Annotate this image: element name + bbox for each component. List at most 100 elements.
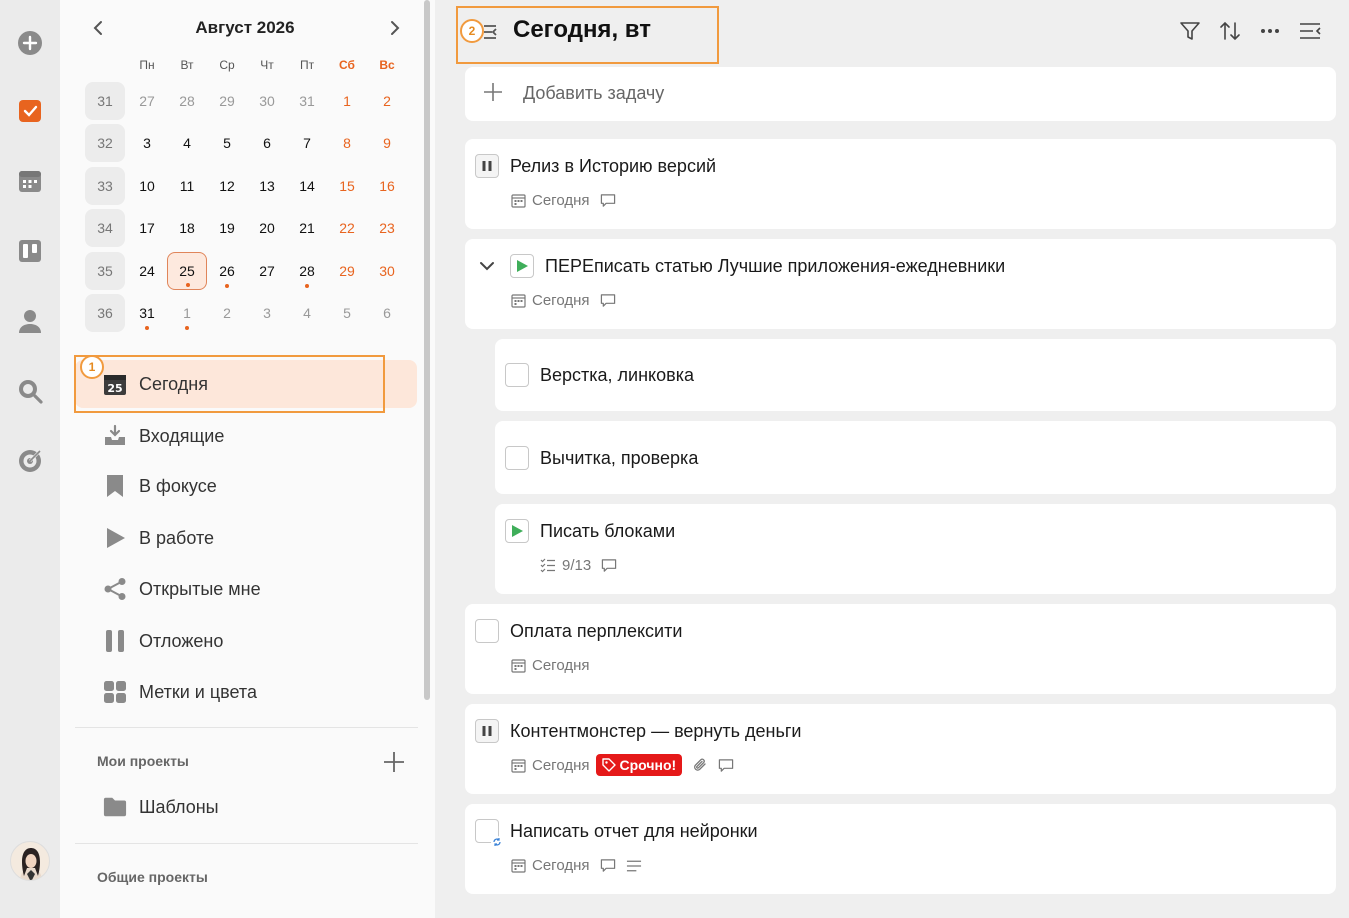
- urgent-tag[interactable]: Срочно!: [595, 754, 683, 776]
- calendar-day[interactable]: 3: [247, 294, 287, 332]
- chevron-down-icon[interactable]: [479, 258, 495, 274]
- description-icon[interactable]: [626, 858, 642, 874]
- calendar-day[interactable]: 11: [167, 167, 207, 205]
- calendar-day[interactable]: 28: [167, 82, 207, 120]
- task-checkbox[interactable]: [505, 446, 529, 470]
- calendar-day[interactable]: 8: [327, 124, 367, 162]
- calendar-day[interactable]: 3: [127, 124, 167, 162]
- week-number[interactable]: 32: [85, 124, 125, 162]
- calendar-day[interactable]: 4: [167, 124, 207, 162]
- in-progress-status-icon[interactable]: [510, 254, 534, 278]
- task-title[interactable]: ПЕРЕписать статью Лучшие приложения-ежед…: [545, 256, 1005, 277]
- nav-in-progress[interactable]: В работе: [75, 514, 417, 562]
- week-number[interactable]: 36: [85, 294, 125, 332]
- comment-icon[interactable]: [600, 193, 616, 209]
- calendar-day[interactable]: 5: [207, 124, 247, 162]
- nav-focus[interactable]: В фокусе: [75, 462, 417, 510]
- task-title[interactable]: Верстка, линковка: [540, 365, 694, 386]
- calendar-day[interactable]: 13: [247, 167, 287, 205]
- add-project-icon[interactable]: [382, 750, 406, 774]
- task-title[interactable]: Вычитка, проверка: [540, 448, 698, 469]
- calendar-day[interactable]: 10: [127, 167, 167, 205]
- nav-tags-and-colors[interactable]: Метки и цвета: [75, 668, 417, 716]
- project-templates[interactable]: Шаблоны: [75, 783, 417, 831]
- calendar-day[interactable]: 2: [207, 294, 247, 332]
- calendar-icon[interactable]: [15, 166, 45, 196]
- calendar-day[interactable]: 16: [367, 167, 407, 205]
- calendar-day[interactable]: 29: [207, 82, 247, 120]
- comment-icon[interactable]: [718, 757, 734, 773]
- board-icon[interactable]: [15, 236, 45, 266]
- week-number[interactable]: 33: [85, 167, 125, 205]
- attachment-icon[interactable]: [692, 757, 708, 773]
- calendar-day-today[interactable]: 25: [167, 252, 207, 290]
- in-progress-status-icon[interactable]: [505, 519, 529, 543]
- calendar-day[interactable]: 14: [287, 167, 327, 205]
- week-number[interactable]: 34: [85, 209, 125, 247]
- calendar-day[interactable]: 9: [367, 124, 407, 162]
- calendar-day[interactable]: 30: [367, 252, 407, 290]
- calendar-day[interactable]: 1: [167, 294, 207, 332]
- calendar-day[interactable]: 29: [327, 252, 367, 290]
- calendar-day[interactable]: 28: [287, 252, 327, 290]
- add-icon[interactable]: [15, 28, 45, 58]
- task-checkbox[interactable]: [475, 619, 499, 643]
- more-icon[interactable]: [1257, 18, 1283, 44]
- calendar-day[interactable]: 22: [327, 209, 367, 247]
- paused-status-icon[interactable]: [475, 154, 499, 178]
- calendar-day[interactable]: 21: [287, 209, 327, 247]
- subtask-card[interactable]: [495, 504, 1336, 594]
- calendar-day[interactable]: 24: [127, 252, 167, 290]
- nav-inbox[interactable]: Входящие: [75, 412, 417, 460]
- task-title[interactable]: Релиз в Историю версий: [510, 156, 716, 177]
- calendar-day[interactable]: 12: [207, 167, 247, 205]
- filter-icon[interactable]: [1177, 18, 1203, 44]
- chevron-right-icon[interactable]: [383, 16, 407, 40]
- tasks-icon[interactable]: [15, 96, 45, 126]
- calendar-day[interactable]: 19: [207, 209, 247, 247]
- add-task-label[interactable]: Добавить задачу: [523, 83, 664, 104]
- comment-icon[interactable]: [600, 293, 616, 309]
- calendar-day[interactable]: 30: [247, 82, 287, 120]
- calendar-day[interactable]: 27: [127, 82, 167, 120]
- user-avatar[interactable]: [10, 841, 50, 881]
- calendar-day[interactable]: 20: [247, 209, 287, 247]
- task-card[interactable]: [465, 604, 1336, 694]
- calendar-day[interactable]: 6: [247, 124, 287, 162]
- goals-icon[interactable]: [15, 446, 45, 476]
- search-icon[interactable]: [15, 376, 45, 406]
- details-panel-icon[interactable]: [1297, 18, 1323, 44]
- calendar-day[interactable]: 27: [247, 252, 287, 290]
- calendar-day[interactable]: 6: [367, 294, 407, 332]
- task-title[interactable]: Контентмонстер — вернуть деньги: [510, 721, 801, 742]
- week-number[interactable]: 35: [85, 252, 125, 290]
- paused-status-icon[interactable]: [475, 719, 499, 743]
- task-checkbox[interactable]: [505, 363, 529, 387]
- calendar-day[interactable]: 23: [367, 209, 407, 247]
- contacts-icon[interactable]: [15, 306, 45, 336]
- calendar-day[interactable]: 18: [167, 209, 207, 247]
- task-card[interactable]: [465, 139, 1336, 229]
- calendar-day[interactable]: 31: [287, 82, 327, 120]
- calendar-day[interactable]: 4: [287, 294, 327, 332]
- task-title[interactable]: Писать блоками: [540, 521, 675, 542]
- nav-shared-with-me[interactable]: Открытые мне: [75, 565, 417, 613]
- sort-icon[interactable]: [1217, 18, 1243, 44]
- calendar-day[interactable]: 7: [287, 124, 327, 162]
- comment-icon[interactable]: [601, 558, 617, 574]
- calendar-day[interactable]: 2: [367, 82, 407, 120]
- plus-icon[interactable]: [482, 81, 504, 103]
- comment-icon[interactable]: [600, 858, 616, 874]
- calendar-day[interactable]: 5: [327, 294, 367, 332]
- task-title[interactable]: Оплата перплексити: [510, 621, 682, 642]
- calendar-day[interactable]: 15: [327, 167, 367, 205]
- calendar-day[interactable]: 26: [207, 252, 247, 290]
- calendar-day[interactable]: 17: [127, 209, 167, 247]
- nav-postponed[interactable]: Отложено: [75, 617, 417, 665]
- week-number[interactable]: 31: [85, 82, 125, 120]
- calendar-day[interactable]: 31: [127, 294, 167, 332]
- sidebar-scrollbar[interactable]: [424, 0, 430, 700]
- calendar-day[interactable]: 1: [327, 82, 367, 120]
- task-card[interactable]: [465, 804, 1336, 894]
- task-card[interactable]: [465, 239, 1336, 329]
